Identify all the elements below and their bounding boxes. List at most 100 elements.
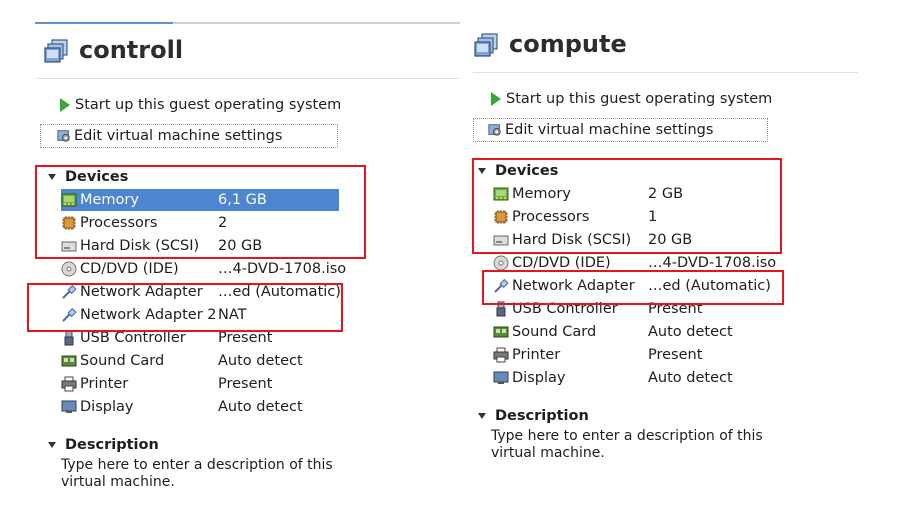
display-icon — [493, 371, 509, 384]
device-value: 20 GB — [218, 238, 263, 254]
collapse-triangle-icon — [478, 168, 486, 174]
device-value: 6,1 GB — [218, 192, 267, 208]
memory-icon — [493, 187, 509, 201]
cd-dvd-icon — [493, 255, 509, 271]
description-text[interactable]: Type here to enter a description of this… — [491, 428, 763, 462]
device-row-sound-card[interactable]: Sound Card Auto detect — [493, 321, 793, 343]
description-section-header[interactable]: Description — [48, 437, 159, 453]
printer-icon — [61, 376, 77, 392]
devices-header-label: Devices — [65, 169, 129, 185]
start-guest-button[interactable]: Start up this guest operating system — [489, 88, 772, 110]
device-name: Printer — [80, 376, 129, 392]
processor-icon — [62, 216, 76, 230]
device-name: Sound Card — [512, 324, 597, 340]
description-section-header[interactable]: Description — [478, 408, 589, 424]
edit-settings-label: Edit virtual machine settings — [74, 128, 283, 144]
device-value: 2 — [218, 215, 228, 231]
device-name: Network Adapter — [80, 284, 203, 300]
virtual-machine-icon — [44, 38, 70, 64]
device-row-memory[interactable]: Memory 2 GB — [493, 183, 793, 205]
start-guest-button[interactable]: Start up this guest operating system — [58, 94, 341, 116]
device-row-sound-card[interactable]: Sound Card Auto detect — [61, 350, 339, 372]
device-row-network-adapter[interactable]: Network Adapter …ed (Automatic) — [493, 275, 793, 297]
device-name: Memory — [512, 186, 571, 202]
description-line: Type here to enter a description of this — [61, 457, 333, 473]
title-divider — [473, 72, 858, 73]
device-row-printer[interactable]: Printer Present — [493, 344, 793, 366]
start-guest-label: Start up this guest operating system — [506, 91, 773, 107]
description-header-label: Description — [65, 437, 159, 453]
device-name: Processors — [80, 215, 158, 231]
device-name: Network Adapter — [512, 278, 635, 294]
device-value: 20 GB — [648, 232, 693, 248]
collapse-triangle-icon — [48, 174, 56, 180]
vm-title: controll — [79, 36, 184, 64]
device-value: Auto detect — [648, 370, 733, 386]
title-divider — [35, 78, 460, 79]
device-row-network-adapter[interactable]: Network Adapter …ed (Automatic) — [61, 281, 341, 303]
vm-panel-controll: controll Start up this guest operating s… — [0, 0, 460, 532]
active-tab-indicator — [35, 22, 173, 24]
device-value: 1 — [648, 209, 658, 225]
device-row-cd-dvd[interactable]: CD/DVD (IDE) …4-DVD-1708.iso — [493, 252, 793, 274]
usb-icon — [496, 301, 506, 317]
devices-section-header[interactable]: Devices — [478, 163, 558, 179]
device-value: Present — [648, 347, 703, 363]
sound-card-icon — [493, 326, 509, 338]
play-icon — [489, 91, 503, 107]
device-name: Sound Card — [80, 353, 165, 369]
virtual-machine-icon — [474, 32, 500, 58]
description-line: virtual machine. — [61, 474, 175, 490]
device-name: Hard Disk (SCSI) — [80, 238, 200, 254]
printer-icon — [493, 347, 509, 363]
device-name: Display — [80, 399, 134, 415]
vm-title: compute — [509, 30, 627, 58]
devices-section-header[interactable]: Devices — [48, 169, 128, 185]
device-row-processors[interactable]: Processors 1 — [493, 206, 793, 228]
hard-disk-icon — [493, 235, 509, 246]
device-row-printer[interactable]: Printer Present — [61, 373, 339, 395]
device-value: Present — [218, 376, 273, 392]
network-adapter-icon — [494, 278, 509, 293]
network-adapter-icon — [62, 307, 77, 322]
device-name: CD/DVD (IDE) — [80, 261, 179, 277]
play-icon — [58, 97, 72, 113]
device-row-processors[interactable]: Processors 2 — [61, 212, 339, 234]
device-name: Memory — [80, 192, 139, 208]
network-adapter-icon — [62, 284, 77, 299]
settings-icon — [488, 122, 502, 138]
device-value: …ed (Automatic) — [218, 284, 341, 300]
device-value: Present — [218, 330, 273, 346]
device-value: 2 GB — [648, 186, 684, 202]
device-row-network-adapter-2[interactable]: Network Adapter 2 NAT — [61, 304, 339, 326]
memory-icon — [61, 193, 77, 207]
sound-card-icon — [61, 355, 77, 367]
device-row-hard-disk[interactable]: Hard Disk (SCSI) 20 GB — [493, 229, 793, 251]
edit-settings-button[interactable]: Edit virtual machine settings — [40, 124, 338, 148]
device-row-hard-disk[interactable]: Hard Disk (SCSI) 20 GB — [61, 235, 339, 257]
display-icon — [61, 400, 77, 413]
description-line: Type here to enter a description of this — [491, 428, 763, 444]
collapse-triangle-icon — [478, 413, 486, 419]
collapse-triangle-icon — [48, 442, 56, 448]
device-value: …ed (Automatic) — [648, 278, 771, 294]
device-value: Auto detect — [648, 324, 733, 340]
device-name: Printer — [512, 347, 561, 363]
device-name: CD/DVD (IDE) — [512, 255, 611, 271]
device-row-display[interactable]: Display Auto detect — [493, 367, 793, 389]
device-row-display[interactable]: Display Auto detect — [61, 396, 339, 418]
edit-settings-button[interactable]: Edit virtual machine settings — [473, 118, 768, 142]
device-row-usb-controller[interactable]: USB Controller Present — [61, 327, 339, 349]
device-value: Auto detect — [218, 399, 303, 415]
device-row-usb-controller[interactable]: USB Controller Present — [493, 298, 793, 320]
description-text[interactable]: Type here to enter a description of this… — [61, 457, 333, 491]
device-value: …4-DVD-1708.iso — [218, 261, 347, 277]
description-header-label: Description — [495, 408, 589, 424]
device-value: …4-DVD-1708.iso — [648, 255, 777, 271]
device-row-cd-dvd[interactable]: CD/DVD (IDE) …4-DVD-1708.iso — [61, 258, 346, 280]
device-row-memory[interactable]: Memory 6,1 GB — [61, 189, 339, 211]
settings-icon — [57, 128, 71, 144]
edit-settings-label: Edit virtual machine settings — [505, 122, 714, 138]
device-value: Auto detect — [218, 353, 303, 369]
device-name: Display — [512, 370, 566, 386]
